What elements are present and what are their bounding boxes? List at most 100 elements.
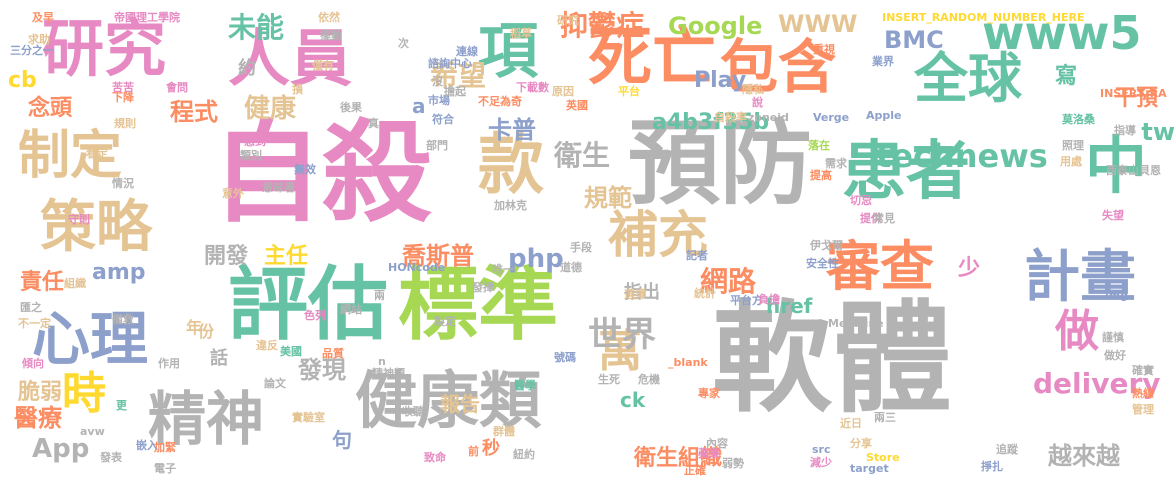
cloud-word: 弱勢 [722, 457, 744, 470]
cloud-word: 僅有 [312, 59, 334, 72]
cloud-word: 健康 [244, 94, 297, 124]
cloud-word: ck [620, 388, 646, 412]
cloud-word: 類別 [240, 149, 262, 162]
cloud-word: 感到 [244, 135, 266, 148]
cloud-word: tw [1141, 118, 1175, 146]
cloud-word: 真 [368, 117, 379, 130]
cloud-word: 熱線 [1132, 387, 1154, 400]
cloud-word: 沒 [432, 75, 443, 88]
cloud-word: 作用 [158, 357, 180, 370]
cloud-word: Play [694, 68, 747, 93]
cloud-word: 製定 [434, 315, 456, 328]
cloud-word: 損 [292, 83, 303, 96]
cloud-word: 規範 [584, 184, 632, 212]
cloud-word: 做 [1055, 306, 1099, 357]
cloud-word: 符合 [432, 113, 454, 126]
cloud-word: 三分之一 [10, 44, 54, 57]
cloud-word: cb [8, 68, 37, 93]
cloud-word: 念頭 [28, 96, 73, 121]
cloud-word: 平台 [618, 85, 640, 98]
cloud-word: 報告 [440, 392, 480, 416]
cloud-word: avw [80, 425, 105, 438]
cloud-word: 群體 [493, 425, 515, 438]
cloud-word: 責任 [20, 270, 65, 295]
cloud-word: 管理 [1132, 403, 1154, 416]
cloud-word: 標準 [398, 258, 558, 351]
cloud-word: INSERT_RA [1100, 87, 1167, 100]
cloud-word: 意外 [222, 187, 244, 200]
cloud-word: 發揮 [472, 281, 494, 294]
cloud-word: 帝國理工學院 [114, 11, 180, 24]
cloud-word: 不一定 [18, 317, 51, 330]
cloud-word: 負擔 [758, 293, 780, 306]
cloud-word: 精神 [148, 385, 265, 453]
cloud-word: 守則 [68, 213, 90, 226]
cloud-word: 嵌入 [136, 439, 158, 452]
cloud-word: 常見 [873, 212, 895, 225]
cloud-word: 越來越 [1048, 442, 1120, 470]
cloud-word: 部門 [426, 139, 448, 152]
cloud-word: INSERT_RANDOM_NUMBER_HERE [882, 11, 1085, 24]
cloud-word: _blank [668, 356, 708, 369]
cloud-word: 意味著 [262, 181, 295, 194]
cloud-word: 策略 [40, 195, 152, 260]
cloud-word: 落在 [808, 139, 830, 152]
cloud-word: 傾向 [22, 357, 44, 370]
cloud-word: 看定 [86, 147, 108, 160]
cloud-word: 下載數 [516, 81, 549, 94]
cloud-word: 程式 [170, 98, 218, 126]
cloud-word: 西泰山貝恩 [1106, 164, 1161, 177]
cloud-word: 實驗室 [292, 411, 325, 424]
cloud-word: 英國 [566, 99, 588, 112]
cloud-word: technews [876, 137, 1048, 175]
cloud-word: 減少 [810, 456, 832, 469]
cloud-word: php [508, 244, 564, 274]
cloud-word: 選擇 [624, 288, 646, 301]
cloud-word: 生死 [598, 373, 620, 386]
cloud-word: 主任 [264, 244, 309, 269]
cloud-word: 研究 [557, 14, 579, 27]
cloud-word: 少 [958, 256, 981, 281]
cloud-word: 網站 [340, 303, 362, 316]
cloud-word: 卡普 [488, 116, 536, 144]
cloud-word: 寫 [1055, 64, 1078, 89]
cloud-word: 評估 [228, 258, 388, 351]
cloud-word: src [812, 443, 831, 456]
cloud-word: 掙扎 [981, 460, 1003, 473]
cloud-word: App [32, 434, 90, 464]
cloud-word: 專家 [698, 387, 720, 400]
cloud-word: 前 [468, 445, 479, 458]
cloud-word: 原因 [552, 85, 574, 98]
cloud-word: 紐約 [513, 448, 535, 461]
cloud-word: HONcode [388, 261, 446, 274]
cloud-word: 品質 [322, 347, 344, 360]
cloud-word: 色列 [304, 309, 326, 322]
cloud-word: 會問 [166, 81, 188, 94]
cloud-word: 唯一 [492, 263, 514, 276]
cloud-word: 收聽 [402, 405, 424, 418]
cloud-word: Verge [813, 111, 850, 124]
cloud-word: 道德 [560, 261, 582, 274]
cloud-word: 莫洛桑 [1062, 113, 1095, 126]
cloud-word: 致命 [424, 451, 446, 464]
cloud-word: 手段 [570, 241, 592, 254]
cloud-word: 情況 [112, 177, 134, 190]
cloud-word: 話 [210, 348, 228, 369]
cloud-word: 加林克 [494, 199, 527, 212]
cloud-word: 兩 [374, 289, 385, 302]
cloud-word: 自殺率 [714, 111, 747, 124]
cloud-word: 統計 [694, 287, 716, 300]
cloud-word: 做好 [1104, 349, 1126, 362]
cloud-word: 研究 [42, 12, 167, 85]
cloud-word: 備救 [112, 313, 134, 326]
cloud-word: 諮詢中心 [428, 57, 472, 70]
cloud-word: 醫學 [514, 379, 536, 392]
cloud-word: Google [668, 12, 763, 40]
cloud-word: 擔起 [444, 85, 466, 98]
cloud-word: 提高 [810, 169, 832, 182]
cloud-word: 需求 [825, 157, 847, 170]
cloud-word: Medicine [828, 317, 884, 330]
cloud-word: 衛生 [554, 139, 611, 172]
cloud-word: amp [92, 260, 146, 285]
cloud-word: a [412, 94, 426, 118]
